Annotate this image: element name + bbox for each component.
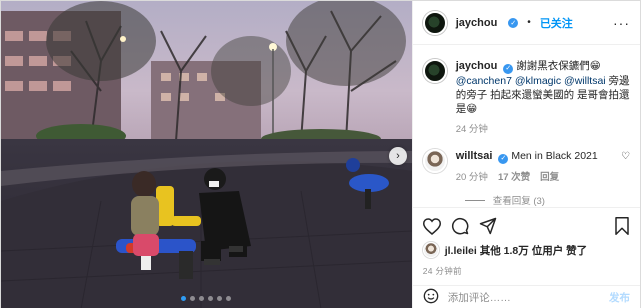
post-media[interactable]: › [1, 1, 412, 308]
carousel-indicator [1, 296, 412, 301]
likes-other: 其他 [479, 244, 501, 257]
comment-icon[interactable] [451, 217, 469, 235]
caption: jaychou ✓ 謝謝黑衣保鑣們😁 @canchen7 @klmagic @wi… [422, 59, 630, 137]
emoji: 😁 [466, 103, 478, 115]
heart-icon[interactable] [422, 217, 441, 235]
caption-time[interactable]: 24 分钟 [456, 123, 488, 137]
separator: • [527, 17, 531, 28]
playground-photo [1, 1, 412, 308]
comment-item: willtsai ✓ Men in Black 2021 20 分钟 17 次赞 … [422, 149, 630, 185]
avatar[interactable] [422, 10, 447, 35]
bookmark-icon[interactable] [614, 217, 630, 235]
actions-section: jl.leilei 其他 1.8万 位用户 赞了 24 分钟前 发布 [412, 207, 640, 308]
post-header: jaychou ✓ • 已关注 ··· [412, 1, 640, 45]
verified-badge-icon: ✓ [498, 154, 509, 164]
likes-suffix: 位用户 赞了 [531, 244, 588, 257]
carousel-dot [208, 296, 214, 301]
likes-count[interactable]: 1.8万 [504, 245, 529, 257]
liker-username[interactable]: jl.leilei [445, 245, 477, 257]
avatar[interactable] [422, 59, 447, 83]
avatar[interactable] [422, 149, 447, 173]
carousel-dot [199, 296, 205, 301]
comment-likes[interactable]: 17 次赞 [498, 171, 530, 185]
view-replies-button[interactable]: 查看回复 (3) [464, 193, 630, 207]
emoji: 😁 [589, 60, 601, 72]
following-button[interactable]: 已关注 [540, 15, 573, 31]
author-username[interactable]: jaychou [456, 17, 498, 29]
heart-icon[interactable]: ♡ [621, 151, 630, 185]
more-horizontal-icon[interactable]: ··· [613, 15, 630, 31]
verified-badge-icon: ✓ [508, 17, 519, 28]
comment-username[interactable]: willtsai [456, 150, 493, 162]
carousel-dot [226, 296, 232, 301]
reply-button[interactable]: 回复 [540, 171, 559, 185]
comment-time[interactable]: 20 分钟 [456, 171, 488, 185]
verified-badge-icon: ✓ [503, 64, 514, 74]
post-dialog: › jaychou ✓ • 已关注 ··· jaychou ✓ 謝謝黑衣保鑣們😁… [0, 0, 641, 308]
carousel-dot [181, 296, 187, 301]
send-icon[interactable] [479, 217, 497, 235]
mention-link[interactable]: @willtsai [564, 75, 606, 87]
comment-text: Men in Black 2021 [511, 150, 598, 162]
avatar[interactable] [422, 242, 439, 258]
chevron-right-icon: › [396, 150, 400, 162]
post-timestamp[interactable]: 24 分钟前 [423, 265, 630, 277]
post-comment-button[interactable]: 发布 [609, 290, 630, 305]
mention-link[interactable]: @klmagic [515, 75, 561, 87]
carousel-dot [190, 296, 196, 301]
caption-text: 謝謝黑衣保鑣們 [516, 60, 590, 72]
comment-input[interactable] [447, 291, 600, 304]
smiley-icon[interactable] [423, 288, 439, 307]
add-comment-bar: 发布 [412, 285, 640, 308]
caption-username[interactable]: jaychou [456, 60, 498, 72]
post-sidebar: jaychou ✓ • 已关注 ··· jaychou ✓ 謝謝黑衣保鑣們😁 @ca… [411, 1, 640, 308]
comments-list[interactable]: jaychou ✓ 謝謝黑衣保鑣們😁 @canchen7 @klmagic @wi… [413, 45, 640, 207]
carousel-next-button[interactable]: › [389, 147, 407, 165]
likes-summary: jl.leilei 其他 1.8万 位用户 赞了 [422, 242, 630, 258]
carousel-dot [217, 296, 223, 301]
mention-link[interactable]: @canchen7 [456, 75, 512, 87]
